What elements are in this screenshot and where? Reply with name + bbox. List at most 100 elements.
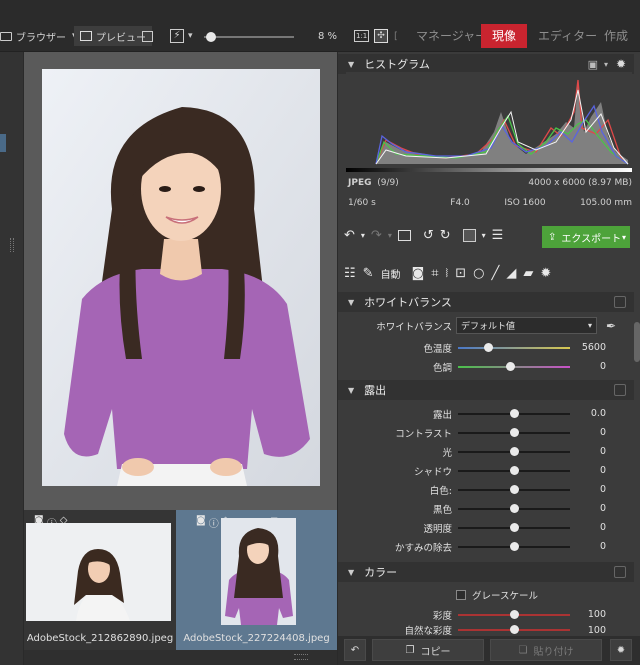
panel-bottom-bar: ↶ ❐ コピー ❏ 貼り付け ✹ [338,636,640,665]
slider-knob[interactable] [510,609,519,619]
tab-manager[interactable]: マネージャー [416,24,487,48]
undo-icon[interactable]: ↶ [344,228,355,243]
grayscale-row: グレースケール [338,585,634,604]
chevron-down-icon[interactable]: ▾ [604,60,608,69]
zoom-slider-knob[interactable] [206,32,216,42]
camera-icon[interactable]: ◙ [412,266,425,281]
eyedropper-icon[interactable]: ✒ [606,319,616,333]
tab-develop[interactable]: 現像 [481,24,528,48]
rotate-left-icon[interactable]: ↺ [423,228,434,243]
slider-knob[interactable] [510,484,519,494]
exposure-slider[interactable] [458,503,570,513]
panel-scrollbar[interactable] [634,322,640,362]
exposure-slider[interactable] [458,522,570,532]
filmstrip-item-selected[interactable]: ◙ ⓘ ◇ ≡ AdobeStock_227224408.jpeg [176,510,337,650]
slider-knob[interactable] [484,342,493,352]
exposure-slider[interactable] [458,541,570,551]
slider-knob[interactable] [510,503,519,513]
slider-label: 透明度 [423,523,452,535]
auto-label[interactable]: 自動 [381,266,401,281]
exposure-slider[interactable] [458,408,570,418]
tab-editor[interactable]: エディター [538,24,597,48]
slider-value: 0 [599,503,606,514]
slider-knob[interactable] [510,465,519,475]
save-icon[interactable] [462,229,476,242]
flash-dropdown[interactable]: ⚡ ▾ [170,26,193,46]
white-balance-select[interactable]: デフォルト値 ▾ [456,317,597,334]
slider-value: 0 [599,484,606,495]
slider-row: かすみの除去 0 [338,537,634,556]
copy-button[interactable]: ❐ コピー [372,639,484,661]
rotate-right-icon[interactable]: ↻ [440,228,451,243]
straighten-icon[interactable]: ⊡ [455,266,466,281]
temperature-slider[interactable] [458,342,570,352]
color-header[interactable]: ▼ カラー [338,562,634,582]
gear-icon[interactable]: ✹ [540,266,551,281]
exposure-slider[interactable] [458,484,570,494]
preview-button[interactable]: プレビュー [74,26,152,46]
circle-icon[interactable]: ○ [473,266,484,281]
camera-icon[interactable]: ▣ [588,58,598,71]
perspective-icon[interactable]: ⧘ [446,266,449,281]
gradient-icon[interactable]: ◢ [506,266,516,281]
exposure-slider[interactable] [458,446,570,456]
image-preview-area [24,52,337,510]
slider-knob[interactable] [510,522,519,532]
browser-dropdown[interactable]: ブラウザー ▾ [0,26,77,46]
sliders-icon[interactable]: ☷ [344,266,356,281]
copy-settings-icon[interactable] [614,296,626,308]
white-balance-header[interactable]: ▼ ホワイトバランス [338,292,634,312]
brush-icon[interactable]: ╱ [491,266,499,281]
thumbnail-filename: AdobeStock_212862890.jpeg [26,633,174,644]
vibrance-slider[interactable] [458,625,570,634]
chevron-down-icon[interactable]: ▾ [482,231,486,240]
copy-settings-icon[interactable] [614,566,626,578]
color-title: カラー [364,566,398,579]
scroll-handle[interactable] [10,238,14,252]
filmstrip-item[interactable]: ◙ ⓘ ◇ AdobeStock_212862890.jpeg [24,510,176,650]
preview-photo[interactable] [42,69,320,486]
slider-row: 光0 [338,442,634,461]
slider-knob[interactable] [510,427,519,437]
compare-image-icon[interactable] [397,230,411,241]
chevron-down-icon[interactable]: ▾ [361,231,365,240]
copy-settings-icon[interactable] [614,384,626,396]
paste-button[interactable]: ❏ 貼り付け [490,639,602,661]
zoom-1to1-button[interactable]: 1:1 [354,26,370,46]
chevron-down-icon[interactable]: ▾ [388,231,392,240]
chevron-down-icon: ▾ [587,321,592,330]
export-button[interactable]: ⇪ エクスポート ▾ [542,226,630,248]
copy-label: コピー [420,646,451,658]
fit-screen-icon[interactable]: ✣ [374,26,388,46]
preset-settings-button[interactable]: ✹ [610,639,632,661]
develop-panel: ▼ ヒストグラム ▣ ▾ ✹ JPEG (9/9) 4000 x 6000 (8… [337,52,640,665]
slider-knob[interactable] [510,625,519,634]
histogram-header[interactable]: ▼ ヒストグラム ▣ ▾ ✹ [338,54,634,74]
aperture: F4.0 [450,198,470,208]
slider-knob[interactable] [510,408,519,418]
auto-wand-icon[interactable]: ✎ [363,266,374,281]
crop-icon[interactable]: ⌗ [431,266,438,281]
exposure-slider[interactable] [458,465,570,475]
saturation-slider[interactable] [458,609,570,619]
exposure-header[interactable]: ▼ 露出 [338,380,634,400]
open-external-icon[interactable] [142,26,153,46]
tab-create[interactable]: 作成 [604,24,628,48]
redo-icon[interactable]: ↷ [371,228,382,243]
grayscale-checkbox[interactable] [456,589,466,600]
resize-handle[interactable] [294,654,308,660]
slider-label: シャドウ [413,466,452,478]
copy-icon: ❐ [405,644,415,656]
tint-slider[interactable] [458,361,570,371]
settings-icon[interactable]: ✹ [616,57,626,71]
slider-knob[interactable] [506,361,515,371]
slider-label: 色温度 [423,343,452,355]
slider-knob[interactable] [510,541,519,551]
batch-settings-icon[interactable]: ☰ [492,228,504,243]
undo-button[interactable]: ↶ [344,639,366,661]
zoom-slider[interactable] [204,32,294,42]
chevron-down-icon[interactable]: ▾ [622,233,626,242]
slider-knob[interactable] [510,446,519,456]
eraser-icon[interactable]: ▰ [523,266,533,281]
exposure-slider[interactable] [458,427,570,437]
